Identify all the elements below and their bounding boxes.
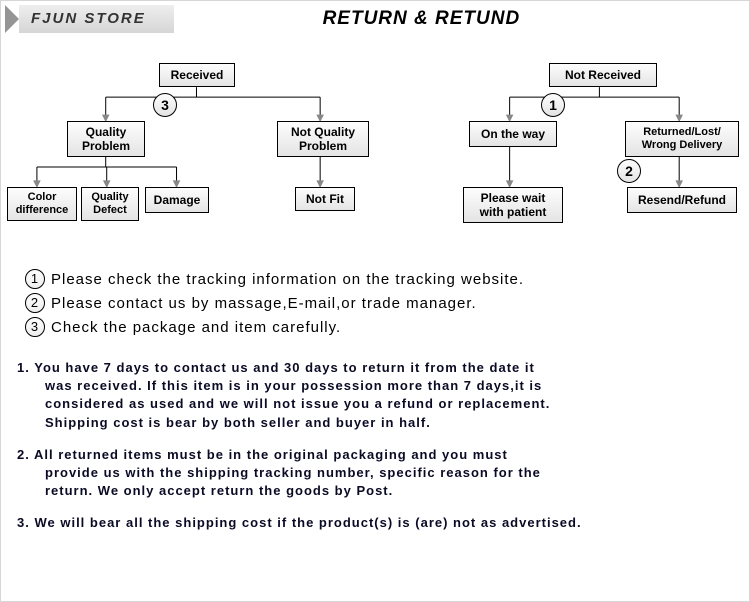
policy-2-label: 2. <box>17 447 30 462</box>
note-3: 3 Check the package and item carefully. <box>25 317 725 337</box>
note-3-text: Check the package and item carefully. <box>51 319 341 336</box>
step-circle-3: 3 <box>153 93 177 117</box>
note-1: 1 Please check the tracking information … <box>25 269 725 289</box>
banner-chevron-icon <box>5 5 19 33</box>
node-quality-defect: Quality Defect <box>81 187 139 221</box>
node-damage: Damage <box>145 187 209 213</box>
policy-1: 1. You have 7 days to contact us and 30 … <box>17 359 733 432</box>
node-not-received: Not Received <box>549 63 657 87</box>
note-2-number: 2 <box>25 293 45 313</box>
policy-3: 3. We will bear all the shipping cost if… <box>17 514 733 532</box>
node-received: Received <box>159 63 235 87</box>
note-2-text: Please contact us by massage,E-mail,or t… <box>51 295 477 312</box>
note-2: 2 Please contact us by massage,E-mail,or… <box>25 293 725 313</box>
policy-3-label: 3. <box>17 515 30 530</box>
note-1-number: 1 <box>25 269 45 289</box>
node-resend-refund: Resend/Refund <box>627 187 737 213</box>
node-not-fit: Not Fit <box>295 187 355 211</box>
node-quality-problem: Quality Problem <box>67 121 145 157</box>
page-title: RETURN & RETUND <box>174 8 749 30</box>
node-returned-lost: Returned/Lost/ Wrong Delivery <box>625 121 739 157</box>
policy-1-line-b: was received. If this item is in your po… <box>17 377 733 395</box>
node-not-quality-problem: Not Quality Problem <box>277 121 369 157</box>
policy-2-line-a: All returned items must be in the origin… <box>34 447 508 462</box>
policy-1-line-d: Shipping cost is bear by both seller and… <box>17 414 733 432</box>
notes-section: 1 Please check the tracking information … <box>1 257 749 337</box>
policy-1-label: 1. <box>17 360 30 375</box>
flow-diagram: Received 3 Quality Problem Not Quality P… <box>1 37 749 257</box>
policy-2-line-c: return. We only accept return the goods … <box>17 482 733 500</box>
store-name: FJUN STORE <box>19 5 174 33</box>
policy-1-line-c: considered as used and we will not issue… <box>17 395 733 413</box>
note-1-text: Please check the tracking information on… <box>51 271 524 288</box>
step-circle-2: 2 <box>617 159 641 183</box>
policy-3-line-a: We will bear all the shipping cost if th… <box>34 515 581 530</box>
header: FJUN STORE RETURN & RETUND <box>1 1 749 37</box>
policy-2: 2. All returned items must be in the ori… <box>17 446 733 501</box>
node-on-the-way: On the way <box>469 121 557 147</box>
store-banner: FJUN STORE <box>5 5 174 33</box>
node-color-difference: Color difference <box>7 187 77 221</box>
step-circle-1: 1 <box>541 93 565 117</box>
node-please-wait: Please wait with patient <box>463 187 563 223</box>
note-3-number: 3 <box>25 317 45 337</box>
policy-2-line-b: provide us with the shipping tracking nu… <box>17 464 733 482</box>
policy-section: 1. You have 7 days to contact us and 30 … <box>1 341 749 533</box>
policy-1-line-a: You have 7 days to contact us and 30 day… <box>34 360 535 375</box>
